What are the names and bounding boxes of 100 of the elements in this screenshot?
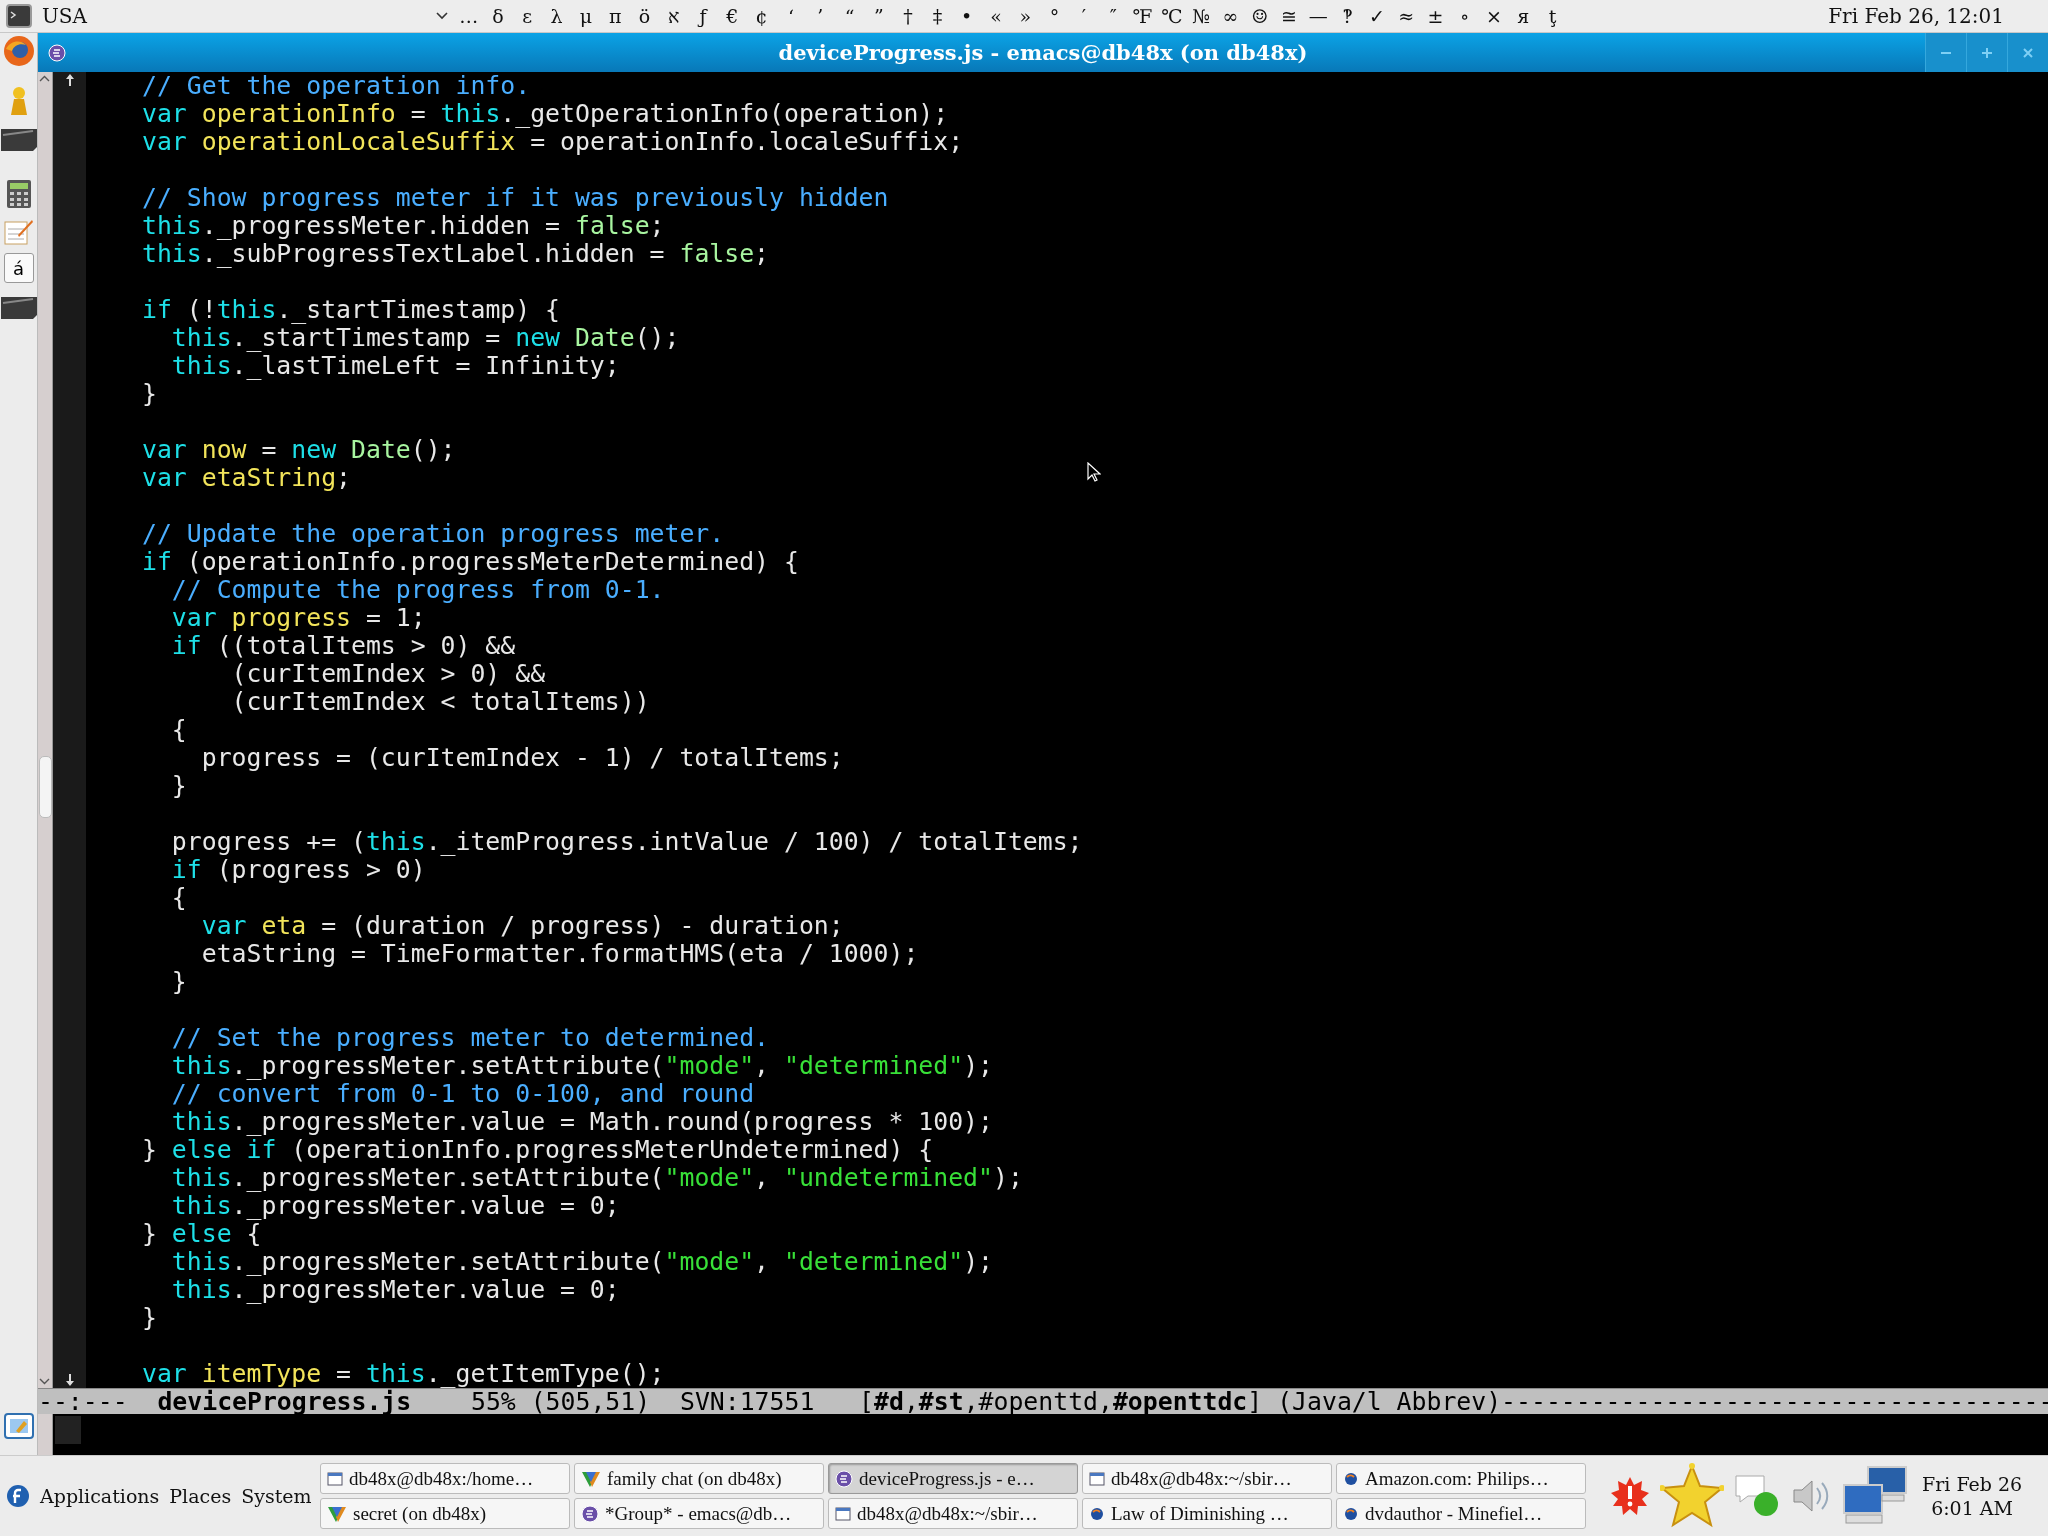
text-cursor	[55, 1416, 81, 1444]
code-line: this._progressMeter.value = 0;	[170, 1276, 620, 1304]
task-button[interactable]: *Group* - emacs@db…	[574, 1498, 824, 1529]
task-button[interactable]: db48x@db48x:~/sbir…	[1082, 1463, 1332, 1494]
character-button[interactable]: μ	[571, 5, 601, 27]
code-line: // Compute the progress from 0-1.	[170, 576, 665, 604]
task-button[interactable]: Law of Diminishing …	[1082, 1498, 1332, 1529]
scroll-down-icon[interactable]	[38, 1377, 51, 1386]
down-arrow-icon	[64, 1374, 75, 1386]
character-button[interactable]: €	[717, 5, 747, 27]
clock[interactable]: Fri Feb 26, 12:01	[1828, 4, 2048, 28]
character-button[interactable]: ∞	[1215, 5, 1245, 27]
keyboard-layout[interactable]: USA	[42, 4, 87, 28]
network-icon[interactable]	[1842, 1465, 1908, 1527]
alert-icon[interactable]	[1610, 1476, 1650, 1516]
character-button[interactable]: ″	[1098, 5, 1128, 27]
character-button[interactable]: ¢	[746, 5, 777, 27]
scroll-up-icon[interactable]	[38, 74, 51, 83]
task-button[interactable]: db48x@db48x:/home…	[320, 1463, 570, 1494]
code-line: this._progressMeter.value = 0;	[170, 1192, 620, 1220]
fedora-icon[interactable]	[6, 1484, 30, 1508]
task-button[interactable]: Amazon.com: Philips…	[1336, 1463, 1586, 1494]
calculator-icon[interactable]	[5, 179, 32, 209]
character-button[interactable]: ‽	[1332, 5, 1363, 27]
character-button[interactable]: ℉	[1127, 5, 1158, 27]
code-line: // Update the operation progress meter.	[142, 520, 725, 548]
character-button[interactable]: №	[1186, 5, 1216, 27]
caret-icon[interactable]	[436, 12, 448, 20]
code-line: this._startTimestamp = new Date();	[170, 324, 680, 352]
character-button[interactable]: ε	[512, 5, 542, 27]
character-button[interactable]: °	[1039, 5, 1070, 27]
character-button[interactable]: ’	[805, 5, 835, 27]
code-line: var operationInfo = this._getOperationInfo(operation);	[142, 100, 949, 128]
code-line: {	[170, 716, 187, 744]
character-button[interactable]: א	[659, 4, 689, 28]
code-line: var eta = (duration / progress) - duration;	[200, 912, 844, 940]
task-button[interactable]: secret (on db48x)	[320, 1498, 570, 1529]
code-line: progress += (this._itemProgress.intValue / 100) / totalItems;	[170, 828, 1083, 856]
scrollbar[interactable]	[38, 1414, 53, 1455]
character-button[interactable]: π	[600, 5, 630, 27]
character-key[interactable]: á	[3, 253, 34, 283]
character-button[interactable]: ‘	[776, 5, 806, 27]
code-line: var now = new Date();	[142, 436, 456, 464]
code-line: var itemType = this._getItemType();	[142, 1360, 665, 1388]
character-button[interactable]: «	[981, 5, 1011, 27]
character-button[interactable]: …	[454, 5, 484, 27]
task-button[interactable]: db48x@db48x:~/sbir…	[828, 1498, 1078, 1529]
firefox-icon[interactable]	[2, 35, 35, 67]
character-button[interactable]: ƒ	[688, 5, 718, 27]
scrollbar[interactable]	[38, 72, 53, 1388]
code-line: if (operationInfo.progressMeterDetermined) {	[142, 548, 799, 576]
character-button[interactable]: ≈	[1391, 5, 1421, 27]
character-button[interactable]: ”	[864, 5, 894, 27]
code-line: }	[142, 1304, 157, 1332]
code-line: this._lastTimeLeft = Infinity;	[170, 352, 620, 380]
character-button[interactable]: ∘	[1450, 5, 1480, 27]
character-button[interactable]: ☺	[1245, 5, 1275, 27]
code-line: // Show progress meter if it was previously hidden	[142, 184, 889, 212]
task-button[interactable]: deviceProgress.js - e…	[828, 1463, 1078, 1494]
code-line: var progress = 1;	[170, 604, 426, 632]
emacs-icon	[48, 43, 66, 62]
character-button[interactable]: ℃	[1157, 5, 1187, 27]
globe-icon	[1343, 1470, 1359, 1487]
task-button[interactable]: family chat (on db48x)	[574, 1463, 824, 1494]
menu-item[interactable]: Places	[169, 1485, 232, 1507]
code-line: if ((totalItems > 0) &&	[170, 632, 516, 660]
character-button[interactable]: ö	[629, 5, 660, 27]
menu-item[interactable]: System	[241, 1485, 312, 1507]
character-button[interactable]: »	[1010, 5, 1040, 27]
window-title: deviceProgress.js - emacs@db48x (on db48x)	[778, 40, 1308, 65]
code-line: }	[170, 968, 187, 996]
character-button[interactable]: я	[1508, 5, 1538, 27]
character-button[interactable]: ±	[1420, 5, 1451, 27]
chat-icon	[581, 1469, 601, 1488]
code-line: if (!this._startTimestamp) {	[142, 296, 561, 324]
star-icon[interactable]	[1660, 1463, 1724, 1529]
character-button[interactable]: λ	[541, 5, 572, 27]
close-icon	[2022, 46, 2034, 59]
character-button[interactable]: —	[1303, 5, 1333, 27]
character-button[interactable]: “	[834, 5, 865, 27]
code-line: this._subProgressTextLabel.hidden = false;	[142, 240, 770, 268]
scroll-thumb[interactable]	[39, 756, 52, 818]
picture-frame-icon[interactable]	[3, 1413, 34, 1439]
character-button[interactable]: •	[952, 5, 982, 27]
chat-status-icon[interactable]	[1734, 1474, 1780, 1518]
character-button[interactable]: †	[893, 5, 923, 27]
code-line: // convert from 0-1 to 0-100, and round	[170, 1080, 755, 1108]
menu-item[interactable]: Applications	[40, 1485, 160, 1507]
character-button[interactable]: ×	[1479, 5, 1509, 27]
task-button[interactable]: dvdauthor - Minefiel…	[1336, 1498, 1586, 1529]
clock[interactable]: Fri Feb 26 6:01 AM	[1922, 1472, 2023, 1520]
character-button[interactable]: ‡	[922, 5, 953, 27]
character-button[interactable]: ţ	[1538, 5, 1568, 27]
code-line: (curItemIndex > 0) &&	[230, 660, 546, 688]
character-button[interactable]: ✓	[1362, 5, 1392, 27]
character-button[interactable]: δ	[483, 5, 513, 27]
code-line: this._progressMeter.setAttribute("mode", "determined");	[170, 1052, 993, 1080]
chat-icon	[327, 1504, 347, 1523]
character-button[interactable]: ′	[1069, 5, 1099, 27]
character-button[interactable]: ≅	[1274, 5, 1304, 27]
